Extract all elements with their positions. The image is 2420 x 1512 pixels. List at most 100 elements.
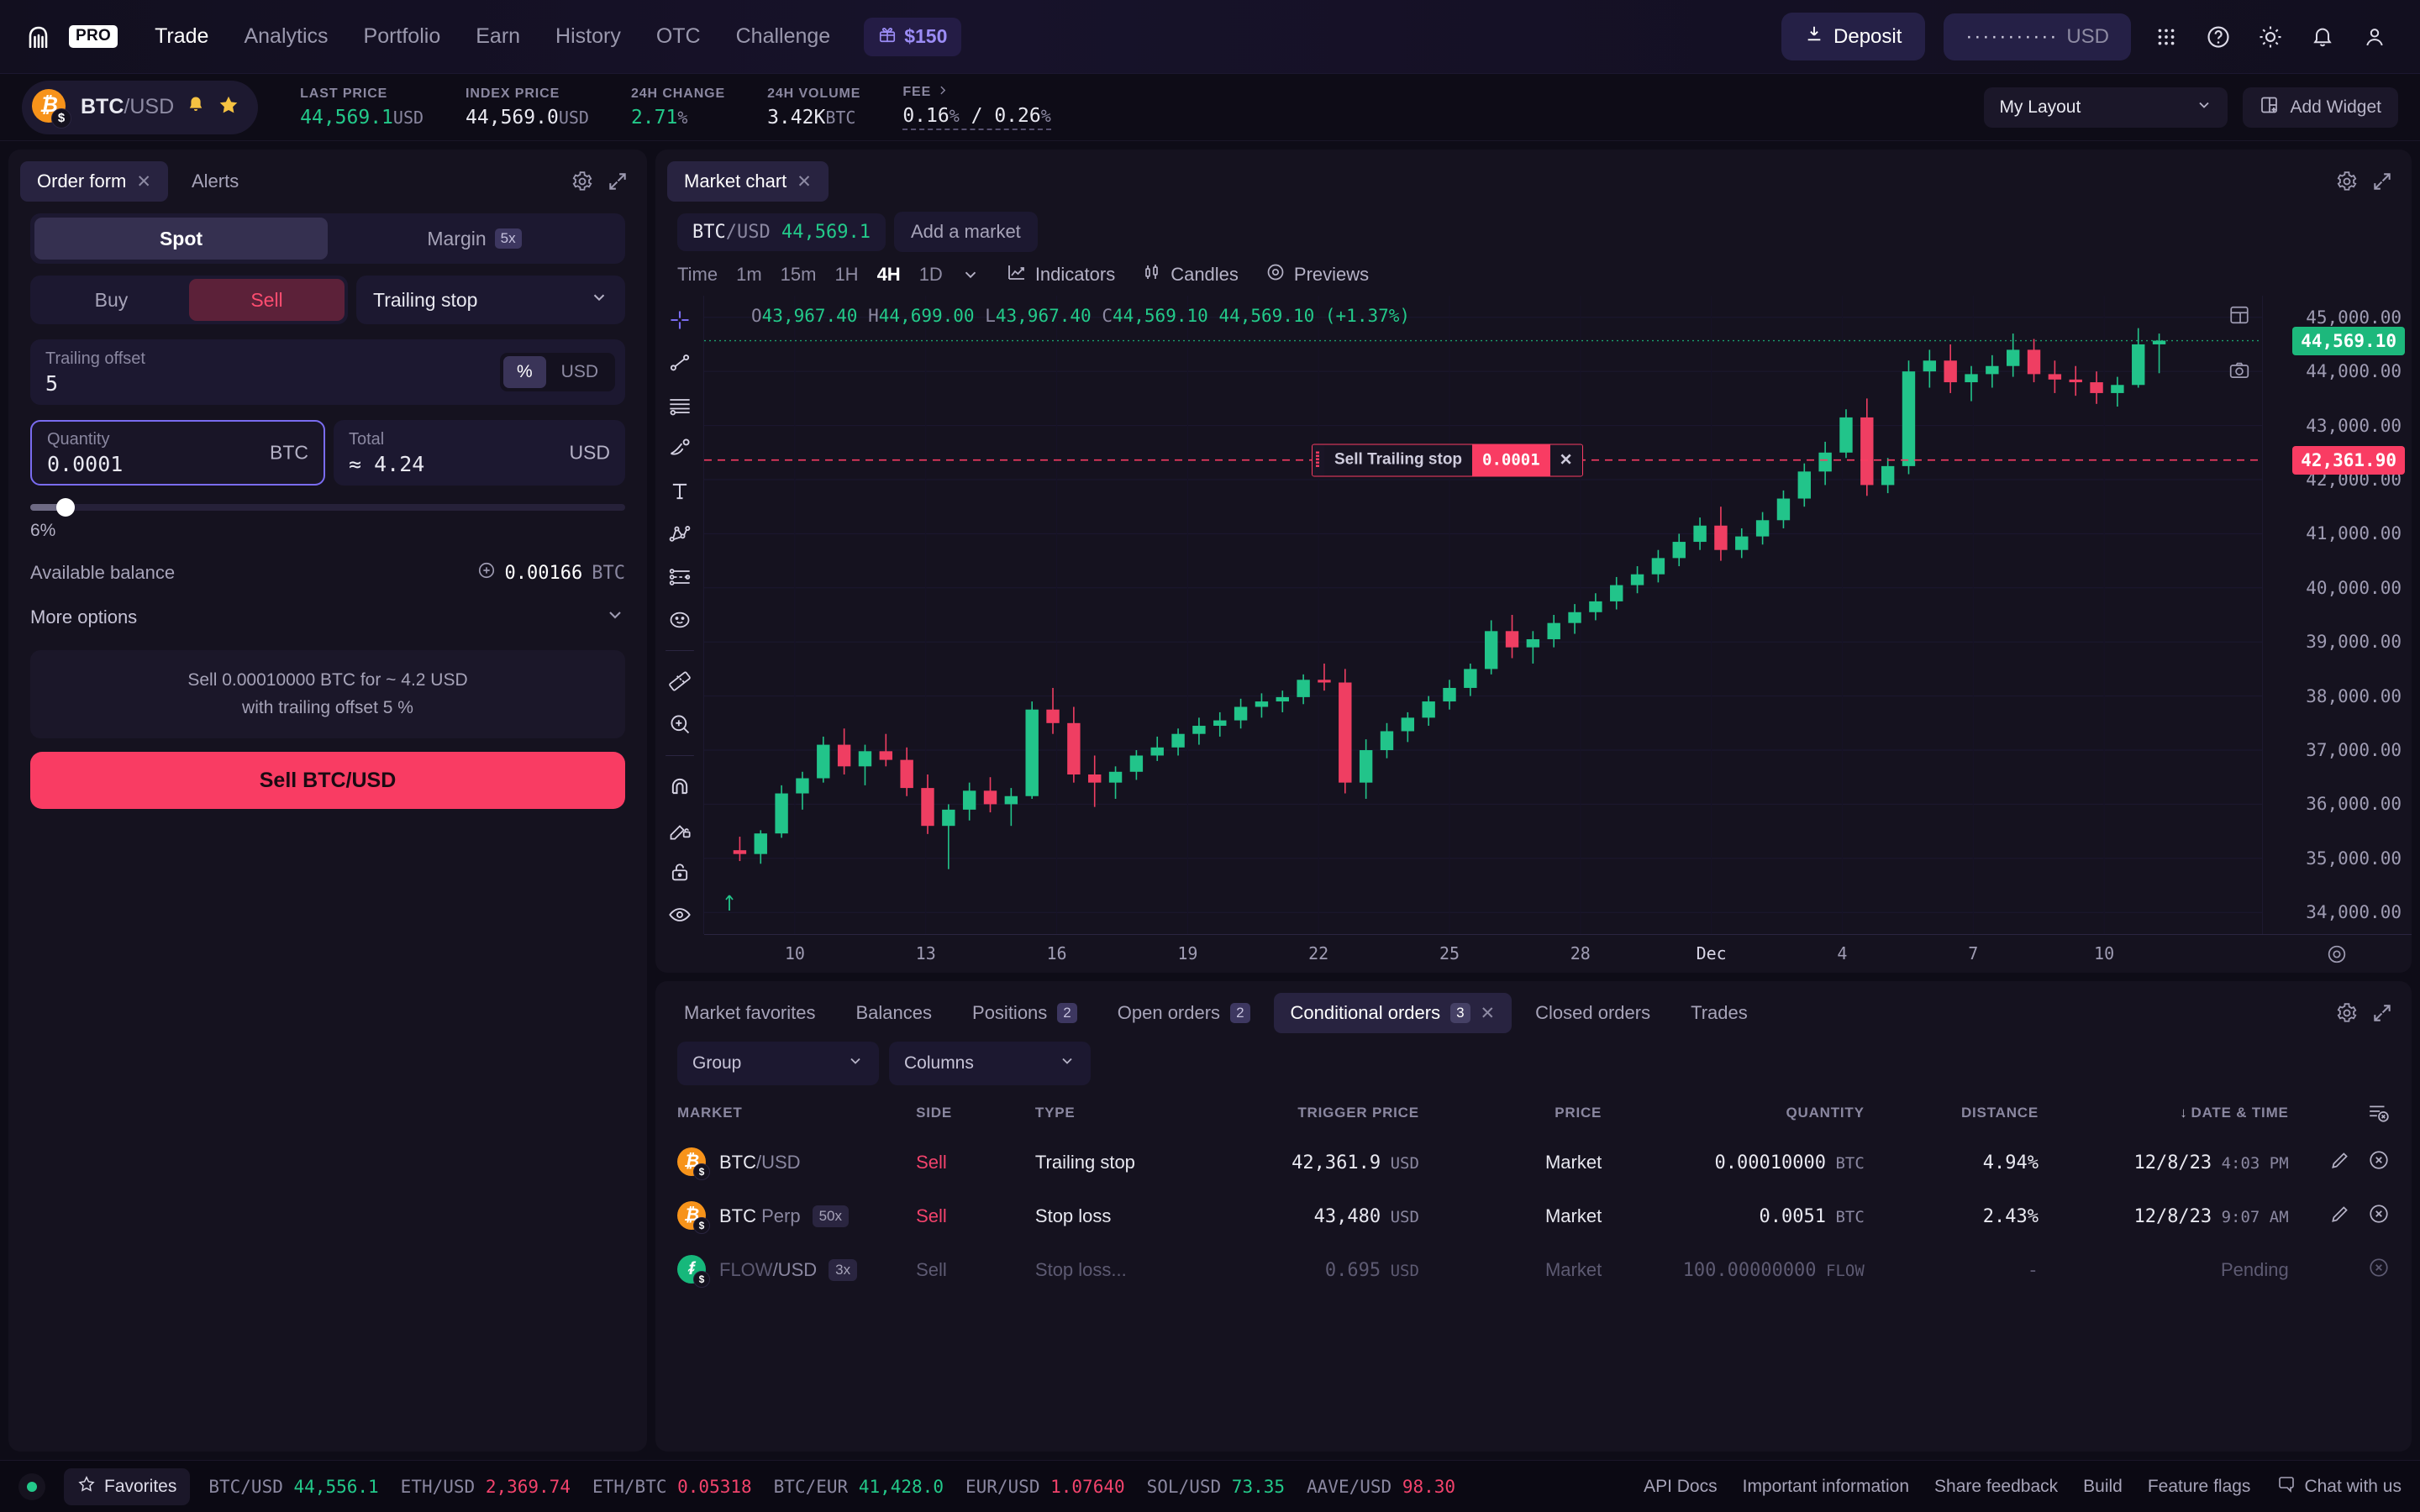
link-feature-flags[interactable]: Feature flags	[2148, 1477, 2251, 1497]
help-icon[interactable]	[2202, 20, 2235, 54]
timeframe-1d[interactable]: 1D	[919, 264, 943, 286]
timeframe-4h[interactable]: 4H	[877, 264, 901, 286]
total-field[interactable]: Total ≈ 4.24 USD	[334, 420, 625, 486]
chat-with-us-button[interactable]: Chat with us	[2275, 1474, 2402, 1499]
cancel-order-icon[interactable]	[2368, 1203, 2390, 1230]
order-type-select[interactable]: Trailing stop	[356, 276, 625, 324]
tab-positions[interactable]: Positions 2	[955, 993, 1094, 1033]
lock-tool-icon[interactable]	[660, 853, 699, 891]
user-account-icon[interactable]	[2358, 20, 2391, 54]
edit-pencil-icon[interactable]	[2329, 1149, 2351, 1176]
theme-toggle-icon[interactable]	[2254, 20, 2287, 54]
col-type[interactable]: TYPE	[1035, 1094, 1221, 1136]
gear-icon[interactable]	[2336, 1002, 2358, 1024]
measure-ruler-tool-icon[interactable]	[660, 663, 699, 701]
layout-selector[interactable]: My Layout	[1984, 87, 2228, 128]
slider-knob[interactable]	[56, 498, 76, 517]
link-api-docs[interactable]: API Docs	[1644, 1477, 1718, 1497]
gear-icon[interactable]	[2336, 171, 2358, 192]
sell-button[interactable]: Sell	[189, 279, 345, 321]
zoom-in-tool-icon[interactable]	[660, 706, 699, 743]
drag-grip-icon[interactable]	[1313, 444, 1324, 476]
gift-reward-button[interactable]: $150	[864, 17, 962, 56]
quantity-slider[interactable]: 6%	[30, 498, 625, 541]
col-distance[interactable]: DISTANCE	[1865, 1094, 2039, 1136]
close-icon[interactable]: ✕	[1481, 1003, 1496, 1024]
camera-snapshot-icon[interactable]	[2228, 360, 2250, 381]
brush-tool-icon[interactable]	[660, 429, 699, 467]
nav-link-history[interactable]: History	[555, 24, 621, 49]
col-quantity[interactable]: QUANTITY	[1602, 1094, 1865, 1136]
horizontal-lines-tool-icon[interactable]	[660, 386, 699, 424]
tab-market-favorites[interactable]: Market favorites	[667, 993, 833, 1033]
ticker-item[interactable]: AAVE/USD 98.30	[1307, 1477, 1455, 1497]
market-pair-selector[interactable]: ₿ $ BTC/USD	[22, 80, 259, 134]
buy-button[interactable]: Buy	[34, 279, 189, 321]
axis-settings-icon[interactable]	[2326, 943, 2348, 965]
chevron-down-icon[interactable]	[961, 265, 980, 284]
ticker-item[interactable]: EUR/USD 1.07640	[965, 1477, 1125, 1497]
table-row[interactable]: ₿ $ BTC/USD Sell Trailing stop 42,361.9 USD Ma…	[655, 1136, 2412, 1189]
tab-order-form[interactable]: Order form ✕	[20, 161, 168, 202]
tab-balances[interactable]: Balances	[839, 993, 950, 1033]
ticker-item[interactable]: ETH/USD 2,369.74	[401, 1477, 571, 1497]
favorite-star-icon[interactable]	[218, 94, 239, 120]
chart-plot[interactable]: O43,967.40 H44,699.00 L43,967.40 C44,569…	[704, 296, 2262, 934]
expand-icon[interactable]	[2371, 171, 2393, 192]
quantity-field[interactable]: Quantity 0.0001 BTC	[30, 420, 325, 486]
table-row[interactable]: ᵮ $ FLOW/USD 3x Sell Stop loss... 0.695 USD Mar…	[655, 1243, 2412, 1297]
nav-link-portfolio[interactable]: Portfolio	[364, 24, 441, 49]
text-tool-icon[interactable]	[660, 472, 699, 510]
close-icon[interactable]: ✕	[136, 171, 151, 192]
col-price[interactable]: PRICE	[1419, 1094, 1602, 1136]
brand-logo[interactable]: PRO	[29, 25, 118, 48]
trend-line-tool-icon[interactable]	[660, 344, 699, 381]
tab-alerts[interactable]: Alerts	[175, 161, 255, 202]
submit-sell-button[interactable]: Sell BTC/USD	[30, 752, 625, 810]
ticker-item[interactable]: SOL/USD 73.35	[1147, 1477, 1285, 1497]
chart-market-chip-btcusd[interactable]: BTC/USD 44,569.1	[677, 213, 886, 251]
fib-levels-tool-icon[interactable]	[660, 558, 699, 596]
segment-spot[interactable]: Spot	[34, 218, 328, 260]
tab-trades[interactable]: Trades	[1674, 993, 1765, 1033]
visibility-eye-icon[interactable]	[660, 896, 699, 934]
chart-time-axis[interactable]: 10 13 16 19 22 25 28 Dec 4 7 10	[704, 934, 2262, 973]
table-row[interactable]: ₿ $ BTC Perp 50x Sell Stop loss 43,480 USD Mark…	[655, 1189, 2412, 1243]
previews-button[interactable]: Previews	[1265, 262, 1369, 287]
gear-icon[interactable]	[571, 171, 593, 192]
favorites-button[interactable]: Favorites	[64, 1467, 191, 1505]
tab-market-chart[interactable]: Market chart ✕	[667, 161, 829, 202]
offset-unit-percent[interactable]: %	[502, 356, 546, 388]
chart-price-axis[interactable]: 45,000.00 44,000.00 43,000.00 42,000.00 41,0…	[2262, 296, 2412, 934]
group-filter-select[interactable]: Group	[677, 1042, 879, 1085]
add-market-button[interactable]: Add a market	[893, 212, 1038, 252]
col-trigger-price[interactable]: TRIGGER PRICE	[1221, 1094, 1419, 1136]
alert-bell-icon[interactable]	[186, 95, 206, 119]
add-funds-icon[interactable]	[477, 561, 496, 585]
timeframe-1h[interactable]: 1H	[834, 264, 858, 286]
indicators-button[interactable]: Indicators	[1007, 262, 1115, 287]
magnet-tool-icon[interactable]	[660, 768, 699, 806]
col-market[interactable]: MARKET	[655, 1094, 916, 1136]
link-share-feedback[interactable]: Share feedback	[1934, 1477, 2058, 1497]
pattern-tool-icon[interactable]	[660, 515, 699, 553]
account-balance-selector[interactable]: ··········· USD	[1944, 13, 2131, 60]
apps-grid-icon[interactable]	[2149, 20, 2183, 54]
tab-conditional-orders[interactable]: Conditional orders 3 ✕	[1273, 993, 1512, 1033]
more-options-toggle[interactable]: More options	[30, 605, 625, 630]
ticker-item[interactable]: BTC/USD 44,556.1	[208, 1477, 378, 1497]
nav-link-trade[interactable]: Trade	[155, 24, 208, 49]
crosshair-tool-icon[interactable]	[660, 301, 699, 339]
emoji-tool-icon[interactable]	[660, 601, 699, 638]
expand-icon[interactable]	[2371, 1002, 2393, 1024]
candles-button[interactable]: Candles	[1142, 262, 1239, 287]
chart-axis-settings[interactable]	[2262, 934, 2412, 973]
close-icon[interactable]: ✕	[797, 171, 812, 192]
nav-link-otc[interactable]: OTC	[656, 24, 701, 49]
tab-open-orders[interactable]: Open orders 2	[1101, 993, 1267, 1033]
segment-margin[interactable]: Margin 5x	[328, 218, 621, 260]
chart-order-tag-trailing-stop[interactable]: Sell Trailing stop 0.0001 ✕	[1312, 444, 1583, 477]
col-side[interactable]: SIDE	[916, 1094, 1035, 1136]
nav-link-analytics[interactable]: Analytics	[244, 24, 328, 49]
expand-icon[interactable]	[607, 171, 629, 192]
